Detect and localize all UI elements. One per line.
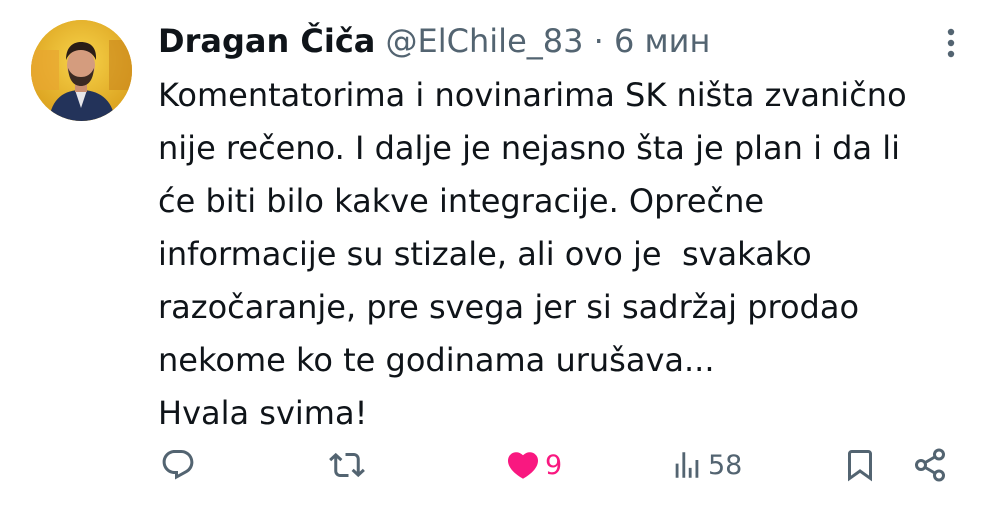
avatar[interactable]	[31, 20, 132, 121]
bookmark-icon	[848, 450, 872, 482]
like-count: 9	[545, 449, 563, 481]
retweet-button[interactable]	[328, 440, 366, 490]
views-count: 58	[708, 449, 743, 481]
share-icon	[915, 448, 945, 482]
reply-button[interactable]	[160, 440, 196, 490]
header-separator: ·	[593, 22, 604, 60]
retweet-icon	[329, 452, 365, 478]
tweet-text: Komentatorima i novinarima SK ništa zvan…	[158, 69, 978, 440]
display-name[interactable]: Dragan Čiča	[158, 22, 375, 60]
more-vertical-icon	[947, 28, 955, 58]
user-handle[interactable]: @ElChile_83	[386, 22, 584, 60]
avatar-image	[31, 20, 132, 121]
like-button[interactable]: 9	[505, 440, 562, 490]
tweet-timestamp[interactable]: 6 мин	[614, 22, 710, 60]
tweet-card[interactable]: Dragan Čiča @ElChile_83 · 6 мин Komentat…	[0, 0, 1000, 531]
tweet-text-line: nekome ko te godinama urušava...	[158, 341, 715, 379]
bookmark-button[interactable]	[842, 440, 878, 490]
tweet-text-line: Komentatorima i novinarima SK ništa zvan…	[158, 76, 907, 114]
tweet-text-line: razočaranje, pre svega jer si sadržaj pr…	[158, 288, 860, 326]
heart-filled-icon	[507, 452, 539, 479]
tweet-text-line: će biti bilo kakve integracije. Oprečne	[158, 182, 765, 220]
tweet-text-line: Hvala svima!	[158, 394, 368, 432]
share-button[interactable]	[912, 440, 948, 490]
views-button[interactable]: 58	[670, 440, 742, 490]
more-options-button[interactable]	[936, 25, 966, 61]
tweet-header: Dragan Čiča @ElChile_83 · 6 мин	[158, 19, 710, 63]
tweet-text-line: informacije su stizale, ali ovo je svaka…	[158, 235, 812, 273]
action-bar: 9 58	[0, 440, 1000, 490]
tweet-text-line: nije rečeno. I dalje je nejasno šta je p…	[158, 129, 901, 167]
views-icon	[675, 452, 699, 478]
reply-icon	[162, 450, 194, 480]
